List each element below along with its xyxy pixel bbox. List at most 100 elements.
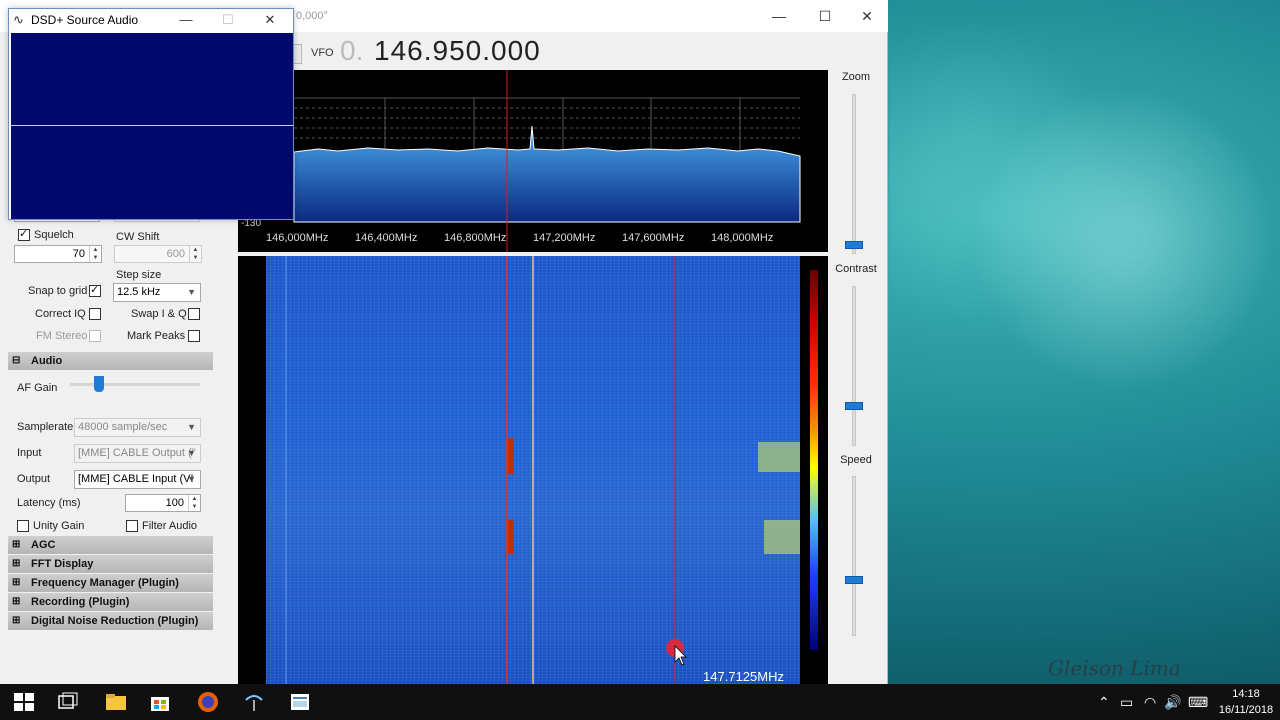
- contrast-slider-thumb[interactable]: [845, 402, 863, 410]
- close-button[interactable]: ✕: [844, 0, 890, 32]
- correct-iq-checkbox[interactable]: [89, 308, 101, 320]
- input-label: Input: [17, 447, 42, 459]
- file-explorer-icon[interactable]: [104, 690, 128, 714]
- input-device-dropdown[interactable]: [MME] CABLE Output (" ▼: [74, 444, 201, 463]
- firefox-icon[interactable]: [196, 690, 220, 714]
- dsd-close-button[interactable]: ✕: [249, 9, 291, 31]
- contrast-label: Contrast: [835, 263, 877, 275]
- maximize-button[interactable]: ☐: [802, 0, 848, 32]
- filter-audio-label: Filter Audio: [142, 520, 198, 532]
- samplerate-dropdown[interactable]: 48000 sample/sec ▼: [74, 418, 201, 437]
- waveform-icon: ∿: [13, 12, 24, 27]
- task-view-icon[interactable]: [56, 690, 80, 714]
- output-device-dropdown[interactable]: [MME] CABLE Input (VI ▼: [74, 470, 201, 489]
- vfo-leading-digits[interactable]: 0.: [340, 35, 363, 67]
- squelch-checkbox[interactable]: [18, 227, 30, 241]
- sdr-app-icon[interactable]: [242, 690, 266, 714]
- noise-reduction-section-header[interactable]: ⊞ Digital Noise Reduction (Plugin): [8, 612, 213, 630]
- minimize-button[interactable]: —: [756, 0, 802, 32]
- af-gain-label: AF Gain: [17, 382, 58, 394]
- expand-icon: ⊞: [12, 558, 21, 569]
- dsd-window-title: DSD+ Source Audio: [31, 13, 139, 27]
- waterfall-color-scale: [810, 270, 818, 650]
- chevron-down-icon: ▼: [187, 448, 196, 458]
- clock-date[interactable]: 16/11/2018: [1214, 704, 1278, 716]
- waterfall-overlay: [285, 256, 800, 684]
- vfo-frequency[interactable]: 146.950.000: [374, 35, 541, 67]
- freq-tick: 148,000MHz: [711, 232, 774, 244]
- dsd-maximize-button[interactable]: ☐: [207, 9, 249, 31]
- audio-scope-display: [11, 33, 293, 219]
- expand-icon: ⊞: [12, 577, 21, 588]
- dsd-minimize-button[interactable]: —: [165, 9, 207, 31]
- unity-gain-checkbox[interactable]: [17, 520, 29, 532]
- audio-section-header[interactable]: ⊟ Audio: [8, 352, 213, 370]
- input-device-value: [MME] CABLE Output (": [78, 447, 196, 459]
- dsd-app-icon[interactable]: [288, 690, 312, 714]
- cw-shift-spinner[interactable]: ▲ ▼: [189, 246, 201, 262]
- clock-time[interactable]: 14:18: [1226, 688, 1266, 700]
- agc-section-label: AGC: [31, 539, 56, 551]
- snap-to-grid-label: Snap to grid: [28, 285, 88, 297]
- cw-shift-value-text: 600: [166, 248, 185, 260]
- volume-icon[interactable]: 🔊: [1164, 694, 1181, 711]
- waterfall-frequency-marker: 147.7125MHz: [703, 669, 784, 684]
- zoom-slider-thumb[interactable]: [845, 241, 863, 249]
- fft-display-section-header[interactable]: ⊞ FFT Display: [8, 555, 213, 573]
- fm-stereo-label: FM Stereo: [36, 330, 88, 342]
- freq-tick: 147,200MHz: [533, 232, 596, 244]
- zoom-slider-track[interactable]: [852, 94, 856, 254]
- display-sliders-panel: [830, 70, 886, 684]
- speed-slider-thumb[interactable]: [845, 576, 863, 584]
- latency-value-text: 100: [165, 497, 184, 509]
- recording-section-label: Recording (Plugin): [31, 596, 130, 608]
- samplerate-label: Samplerate: [17, 421, 74, 433]
- frequency-manager-section-label: Frequency Manager (Plugin): [31, 577, 179, 589]
- cw-shift-value[interactable]: 600 ▲ ▼: [114, 245, 202, 263]
- chevron-up-icon[interactable]: ⌃: [1098, 694, 1110, 711]
- spectrum-display[interactable]: [238, 70, 828, 252]
- step-size-label: Step size: [116, 269, 162, 281]
- store-icon[interactable]: [148, 690, 172, 714]
- swap-iq-label: Swap I & Q: [131, 308, 187, 320]
- recording-section-header[interactable]: ⊞ Recording (Plugin): [8, 593, 213, 611]
- mark-peaks-checkbox[interactable]: [188, 330, 200, 342]
- freq-tick: 146,400MHz: [355, 232, 418, 244]
- expand-icon: ⊞: [12, 615, 21, 626]
- af-gain-slider-track[interactable]: [70, 383, 200, 386]
- speed-slider-track[interactable]: [852, 476, 856, 636]
- dsd-source-audio-window[interactable]: ∿ DSD+ Source Audio — ☐ ✕: [8, 8, 294, 220]
- frequency-manager-section-header[interactable]: ⊞ Frequency Manager (Plugin): [8, 574, 213, 592]
- watermark-signature: Gleison Lima: [1048, 656, 1181, 680]
- battery-icon[interactable]: ▭: [1120, 694, 1133, 711]
- freq-tick: 147,600MHz: [622, 232, 685, 244]
- latency-spinner[interactable]: ▲ ▼: [188, 495, 200, 511]
- chevron-down-icon: ▼: [187, 287, 196, 297]
- squelch-value[interactable]: 70 ▲ ▼: [14, 245, 102, 263]
- agc-section-header[interactable]: ⊞ AGC: [8, 536, 213, 554]
- filter-audio-checkbox[interactable]: [126, 520, 138, 532]
- windows-taskbar: ⌃ ▭ ◠ 🔊 ⌨ 14:18 16/11/2018: [0, 684, 1280, 720]
- contrast-slider-track[interactable]: [852, 286, 856, 446]
- fm-stereo-checkbox[interactable]: [89, 330, 101, 342]
- wifi-icon[interactable]: ◠: [1144, 694, 1156, 711]
- af-gain-slider-thumb[interactable]: [93, 376, 104, 392]
- samplerate-value: 48000 sample/sec: [78, 421, 168, 433]
- step-size-dropdown[interactable]: 12.5 kHz ▼: [113, 283, 201, 302]
- chevron-down-icon: ▼: [187, 474, 196, 484]
- latency-value[interactable]: 100 ▲ ▼: [125, 494, 201, 512]
- snap-to-grid-checkbox[interactable]: [89, 283, 101, 297]
- desktop-wallpaper: [890, 0, 1280, 684]
- squelch-spinner[interactable]: ▲ ▼: [89, 246, 101, 262]
- output-label: Output: [17, 473, 51, 485]
- waterfall-display[interactable]: 147.7125MHz: [238, 256, 828, 684]
- keyboard-icon[interactable]: ⌨: [1188, 694, 1208, 711]
- windows-start-icon[interactable]: [12, 690, 36, 714]
- collapse-icon: ⊟: [12, 355, 21, 366]
- expand-icon: ⊞: [12, 596, 21, 607]
- swap-iq-checkbox[interactable]: [188, 308, 200, 320]
- chevron-down-icon: ▼: [187, 422, 196, 432]
- speed-label: Speed: [840, 454, 872, 466]
- vfo-label: VFO: [311, 47, 334, 59]
- squelch-value-text: 70: [72, 248, 85, 260]
